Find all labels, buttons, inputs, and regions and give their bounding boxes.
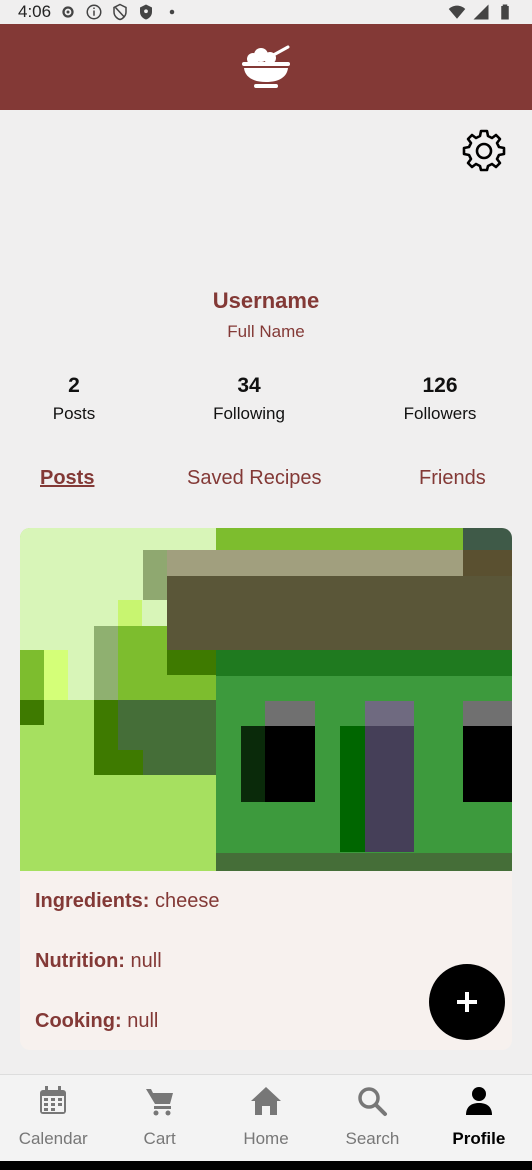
nav-label: Home (243, 1129, 289, 1148)
nav-item-home[interactable]: Home (213, 1075, 319, 1161)
cart-icon (145, 1089, 173, 1116)
calendar-icon (40, 1086, 67, 1114)
status-right (448, 3, 514, 21)
ingredients-label: Ingredients: (35, 890, 150, 912)
status-time: 4:06 (18, 2, 52, 21)
stat-followers[interactable]: 126 Followers (390, 374, 490, 424)
status-bar: 4:06 (0, 0, 532, 24)
stat-value: 126 (422, 374, 458, 397)
dot-icon (169, 9, 175, 15)
settings-button[interactable] (461, 127, 507, 173)
gear-icon (462, 129, 506, 172)
stat-following[interactable]: 34 Following (199, 374, 299, 424)
gesture-bar (0, 1161, 532, 1170)
person-icon (465, 1087, 492, 1115)
nav-item-search[interactable]: Search (319, 1075, 425, 1161)
ingredients-field: Ingredients: cheese (35, 890, 220, 913)
app-header (0, 24, 532, 110)
wifi-icon (448, 5, 466, 19)
nav-item-calendar[interactable]: Calendar (0, 1075, 106, 1161)
bottom-nav: Calendar Cart Home Search Profile (0, 1074, 532, 1161)
full-name: Full Name (227, 322, 305, 341)
search-icon (358, 1087, 388, 1116)
stat-posts[interactable]: 2 Posts (34, 374, 114, 424)
ingredients-value: cheese (149, 890, 220, 912)
stat-value: 34 (237, 374, 261, 397)
shield-icon (113, 3, 127, 21)
battery-icon (501, 4, 509, 20)
status-icons (59, 3, 181, 21)
nutrition-value: null (124, 950, 162, 972)
cooking-value: null (121, 1010, 159, 1032)
add-post-button[interactable] (429, 964, 505, 1040)
nav-label: Calendar (18, 1129, 88, 1148)
plus-icon (457, 992, 477, 1012)
stat-label: Following (213, 404, 285, 423)
nutrition-field: Nutrition: null (35, 950, 162, 973)
shield-filled-icon (140, 4, 153, 20)
username: Username (212, 288, 320, 313)
tab-posts[interactable]: Posts (40, 467, 94, 490)
info-icon (86, 4, 102, 20)
stat-label: Followers (403, 404, 477, 423)
nav-label: Search (345, 1129, 400, 1148)
bowl-icon (242, 45, 290, 88)
cooking-field: Cooking: null (35, 1010, 158, 1033)
nav-label: Profile (452, 1129, 506, 1148)
home-icon (251, 1087, 282, 1115)
nutrition-label: Nutrition: (35, 950, 125, 972)
status-left: 4:06 (18, 2, 181, 22)
tab-saved-recipes[interactable]: Saved Recipes (187, 467, 322, 490)
signal-icon (473, 4, 489, 20)
cooking-label: Cooking: (35, 1010, 122, 1032)
tab-friends[interactable]: Friends (419, 467, 486, 490)
stat-value: 2 (68, 374, 80, 397)
nav-item-profile[interactable]: Profile (426, 1075, 532, 1161)
post-image (20, 528, 512, 871)
post-card[interactable]: Ingredients: cheese Nutrition: null Cook… (20, 528, 512, 1050)
gear-icon (62, 6, 74, 18)
nav-label: Cart (143, 1129, 176, 1148)
stat-label: Posts (52, 404, 96, 423)
nav-item-cart[interactable]: Cart (106, 1075, 212, 1161)
